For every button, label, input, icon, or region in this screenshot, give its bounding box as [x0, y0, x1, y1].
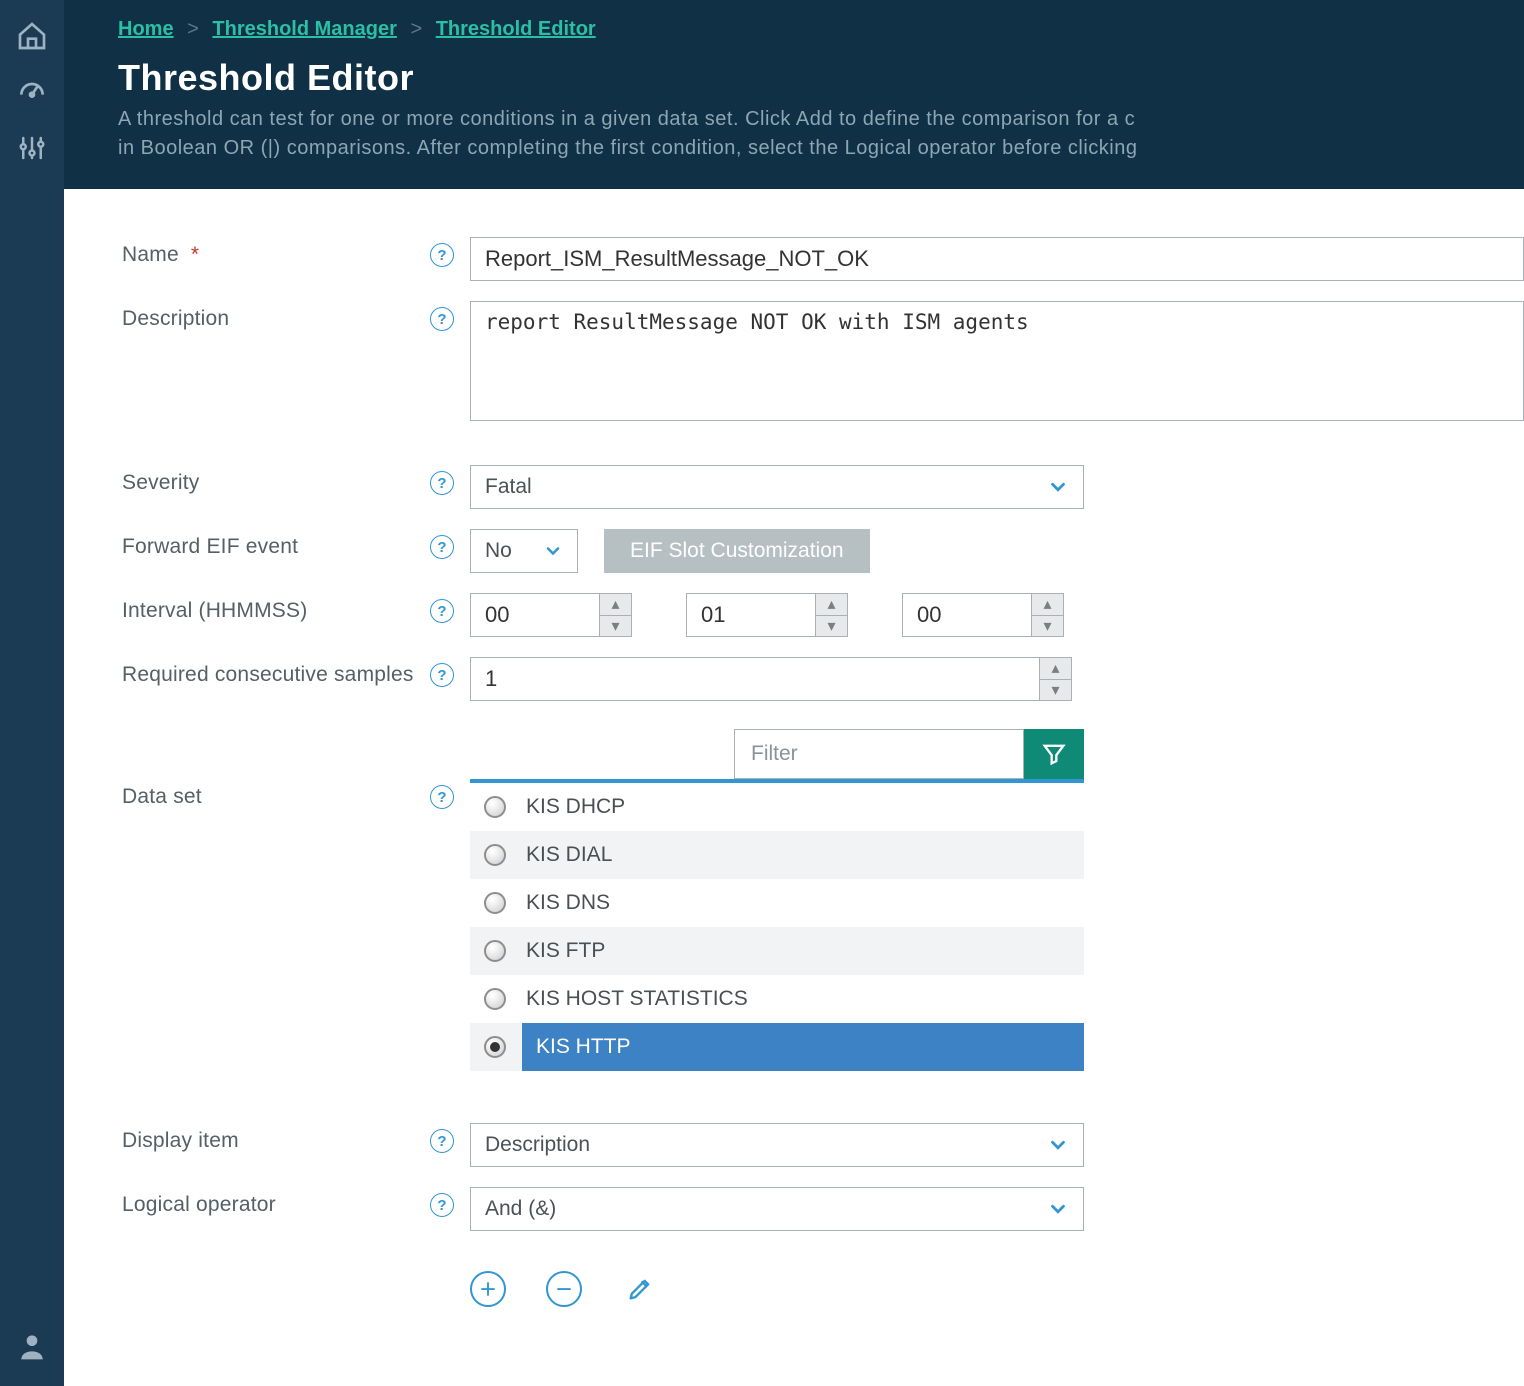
dataset-item[interactable]: KIS DHCP	[470, 783, 1084, 831]
dashboard-icon[interactable]	[10, 70, 54, 114]
samples-stepper[interactable]: ▴▾	[470, 657, 1072, 701]
logical-operator-select[interactable]: And (&)	[470, 1187, 1084, 1231]
dataset-item-label: KIS DNS	[526, 891, 610, 915]
description-label: Description	[122, 307, 229, 331]
help-eif[interactable]: ?	[430, 535, 454, 559]
radio-icon	[484, 1036, 506, 1058]
name-label: Name	[122, 243, 179, 267]
edit-button[interactable]	[622, 1271, 658, 1307]
samples-input[interactable]	[471, 658, 1039, 700]
help-samples[interactable]: ?	[430, 663, 454, 687]
breadcrumb-home[interactable]: Home	[118, 18, 174, 40]
dataset-item[interactable]: KIS DIAL	[470, 831, 1084, 879]
navigation-rail	[0, 0, 64, 1386]
dataset-listbox: KIS DHCP KIS DIAL KIS DNS KIS FTP KIS HOST S…	[470, 779, 1084, 1103]
page-description: A threshold can test for one or more con…	[118, 105, 1524, 163]
help-logical-operator[interactable]: ?	[430, 1193, 454, 1217]
page-title: Threshold Editor	[118, 57, 1524, 99]
breadcrumb-threshold-manager[interactable]: Threshold Manager	[212, 18, 396, 40]
step-up-icon[interactable]: ▴	[1032, 594, 1063, 616]
dataset-item-label: KIS FTP	[526, 939, 605, 963]
interval-mm-stepper[interactable]: ▴▾	[686, 593, 848, 637]
home-icon[interactable]	[10, 14, 54, 58]
eif-select[interactable]: No	[470, 529, 578, 573]
chevron-down-icon	[1047, 1198, 1069, 1220]
chevron-down-icon	[1047, 476, 1069, 498]
logical-operator-label: Logical operator	[122, 1193, 276, 1217]
dataset-item-label: KIS DIAL	[526, 843, 612, 867]
dataset-item[interactable]: KIS HOST STATISTICS	[470, 975, 1084, 1023]
breadcrumb-threshold-editor[interactable]: Threshold Editor	[436, 18, 596, 40]
display-item-label: Display item	[122, 1129, 239, 1153]
page-header: Home > Threshold Manager > Threshold Edi…	[64, 0, 1524, 189]
step-down-icon[interactable]: ▾	[1032, 616, 1063, 637]
display-item-select[interactable]: Description	[470, 1123, 1084, 1167]
radio-icon	[484, 844, 506, 866]
step-up-icon[interactable]: ▴	[1040, 658, 1071, 680]
interval-hh-input[interactable]	[471, 594, 599, 636]
interval-ss-input[interactable]	[903, 594, 1031, 636]
interval-label: Interval (HHMMSS)	[122, 599, 307, 623]
eif-label: Forward EIF event	[122, 535, 298, 559]
help-display-item[interactable]: ?	[430, 1129, 454, 1153]
help-description[interactable]: ?	[430, 307, 454, 331]
dataset-label: Data set	[122, 785, 202, 809]
dataset-item-label: KIS HOST STATISTICS	[526, 987, 748, 1011]
required-asterisk: *	[191, 243, 199, 267]
dataset-item[interactable]: KIS DNS	[470, 879, 1084, 927]
dataset-item-label: KIS HTTP	[536, 1035, 631, 1059]
severity-label: Severity	[122, 471, 199, 495]
interval-mm-input[interactable]	[687, 594, 815, 636]
dataset-filter-input[interactable]	[734, 729, 1024, 779]
breadcrumb: Home > Threshold Manager > Threshold Edi…	[118, 18, 1524, 41]
name-input[interactable]	[470, 237, 1524, 281]
help-name[interactable]: ?	[430, 243, 454, 267]
step-up-icon[interactable]: ▴	[600, 594, 631, 616]
interval-hh-stepper[interactable]: ▴▾	[470, 593, 632, 637]
filter-icon[interactable]	[1024, 729, 1084, 779]
step-down-icon[interactable]: ▾	[1040, 680, 1071, 701]
radio-icon	[484, 796, 506, 818]
step-down-icon[interactable]: ▾	[600, 616, 631, 637]
help-interval[interactable]: ?	[430, 599, 454, 623]
dataset-item[interactable]: KIS FTP	[470, 927, 1084, 975]
form-content: Name * ? Description ? report ResultMess…	[64, 189, 1524, 1386]
radio-icon	[484, 940, 506, 962]
help-severity[interactable]: ?	[430, 471, 454, 495]
remove-button[interactable]	[546, 1271, 582, 1307]
chevron-down-icon	[543, 541, 563, 561]
samples-label: Required consecutive samples	[122, 663, 414, 687]
step-up-icon[interactable]: ▴	[816, 594, 847, 616]
user-icon[interactable]	[10, 1324, 54, 1368]
step-down-icon[interactable]: ▾	[816, 616, 847, 637]
chevron-down-icon	[1047, 1134, 1069, 1156]
severity-select[interactable]: Fatal	[470, 465, 1084, 509]
help-dataset[interactable]: ?	[430, 785, 454, 809]
radio-icon	[484, 892, 506, 914]
dataset-item[interactable]: KIS HTTP	[470, 1023, 1084, 1071]
sliders-icon[interactable]	[10, 126, 54, 170]
eif-slot-customization-button: EIF Slot Customization	[604, 529, 870, 573]
dataset-item-label: KIS DHCP	[526, 795, 625, 819]
interval-ss-stepper[interactable]: ▴▾	[902, 593, 1064, 637]
description-input[interactable]: report ResultMessage NOT OK with ISM age…	[470, 301, 1524, 421]
radio-icon	[484, 988, 506, 1010]
add-button[interactable]	[470, 1271, 506, 1307]
